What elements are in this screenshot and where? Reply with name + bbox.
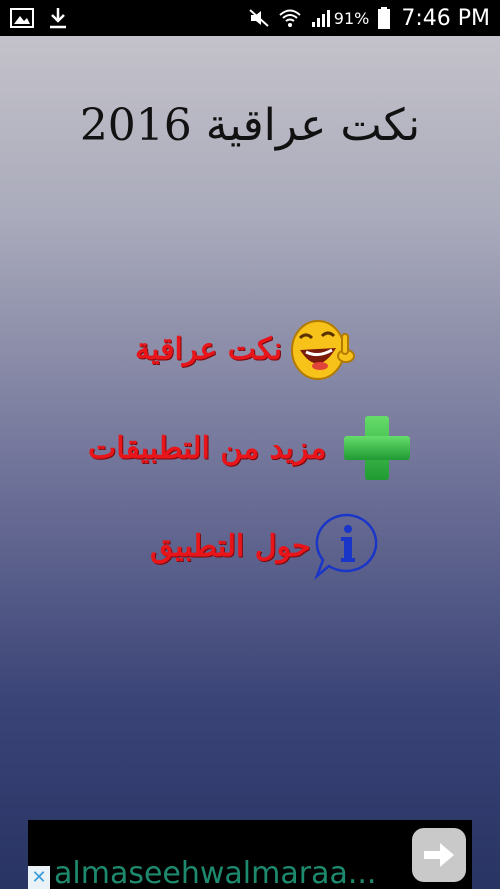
laughing-emoji-icon [286,316,358,382]
battery-icon [377,6,391,30]
status-bar-right: 91% 7:46 PM [240,6,490,31]
battery-percent: 91% [333,8,370,28]
menu-item-label: مزيد من التطبيقات [88,430,327,466]
menu-item-label: نكت عراقية [135,331,283,367]
download-icon [48,7,68,29]
menu-item-iraqi-jokes[interactable]: نكت عراقية [135,316,358,382]
menu-item-more-apps[interactable]: مزيد من التطبيقات [88,414,418,482]
ad-text[interactable]: almaseehwalmaraa... [54,856,376,889]
mute-icon [248,8,270,28]
status-bar-left [10,7,82,29]
signal-icon [310,8,334,28]
ad-close-button[interactable]: ✕ [28,866,50,889]
page-title: نكت عراقية 2016 [79,100,421,151]
wifi-icon [278,8,302,28]
image-icon [10,8,34,28]
arrow-right-icon[interactable] [412,828,466,882]
menu-item-label: حول التطبيق [150,528,311,564]
info-icon [311,512,381,580]
menu-item-about-app[interactable]: حول التطبيق [150,512,381,580]
status-time: 7:46 PM [401,5,490,31]
status-bar: 91% 7:46 PM [0,0,500,36]
plus-icon [336,414,418,482]
ad-banner[interactable]: almaseehwalmaraa... ✕ [28,820,472,889]
